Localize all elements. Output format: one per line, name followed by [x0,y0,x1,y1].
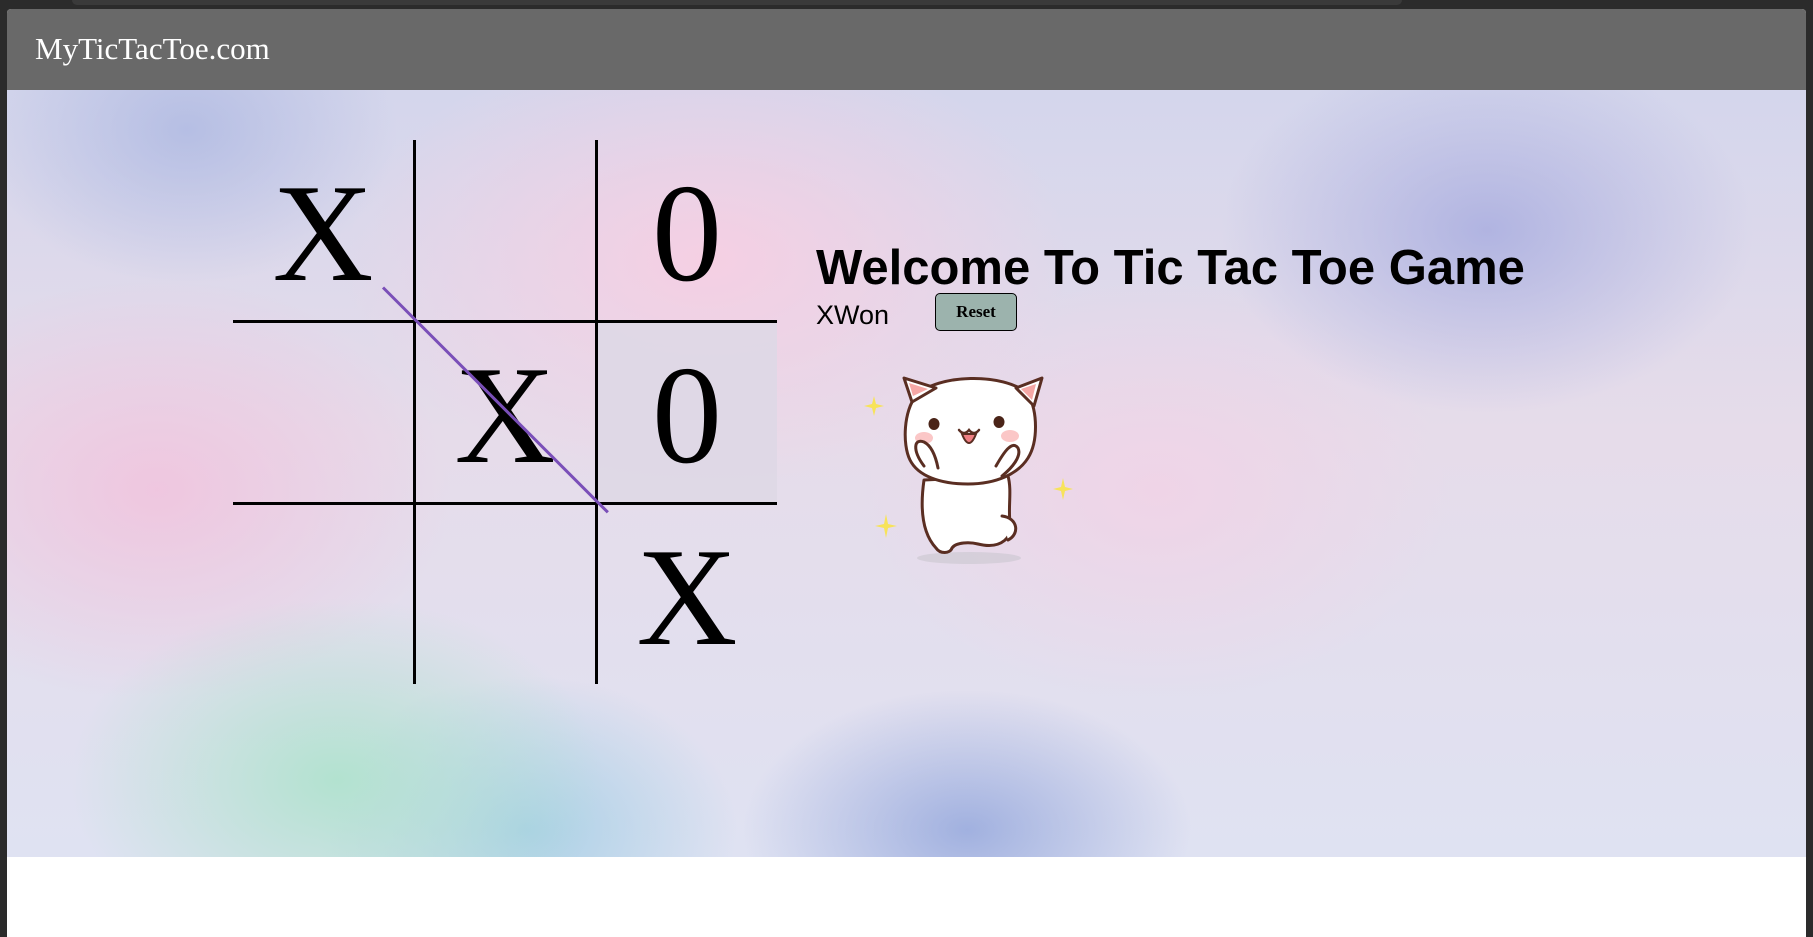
board-cell-6[interactable]: 0 [597,322,777,502]
board-cell-4[interactable] [233,322,413,502]
celebration-cat-image [864,376,1073,564]
navbar: MyTicTacToe.com [7,9,1806,90]
board-cell-7[interactable] [233,504,413,684]
page-title: Welcome To Tic Tac Toe Game [816,241,1525,295]
page-footer-area [7,857,1806,937]
grid-line-horizontal-1 [233,320,777,323]
grid-line-vertical-1 [413,140,416,684]
grid-line-vertical-2 [595,140,598,684]
cell-mark: X [272,156,374,311]
grid-line-horizontal-2 [233,502,777,505]
app-window: MyTicTacToe.com X 0 X 0 X Welcome To Tic… [7,9,1806,937]
game-status: XWon [816,300,890,330]
board-cell-3[interactable]: 0 [597,140,777,320]
cell-mark: X [454,338,556,493]
browser-chrome-edge [72,0,1402,5]
game-area: X 0 X 0 X Welcome To Tic Tac Toe Game XW… [7,90,1806,857]
brand-logo[interactable]: MyTicTacToe.com [35,31,270,67]
board-cell-8[interactable] [415,504,595,684]
board-cell-9[interactable]: X [597,504,777,684]
cell-mark: 0 [652,338,722,493]
cell-mark: X [636,520,738,675]
cell-mark: 0 [652,156,722,311]
board-cell-2[interactable] [415,140,595,320]
game-board: X 0 X 0 X [233,140,777,684]
reset-button[interactable]: Reset [935,293,1017,331]
